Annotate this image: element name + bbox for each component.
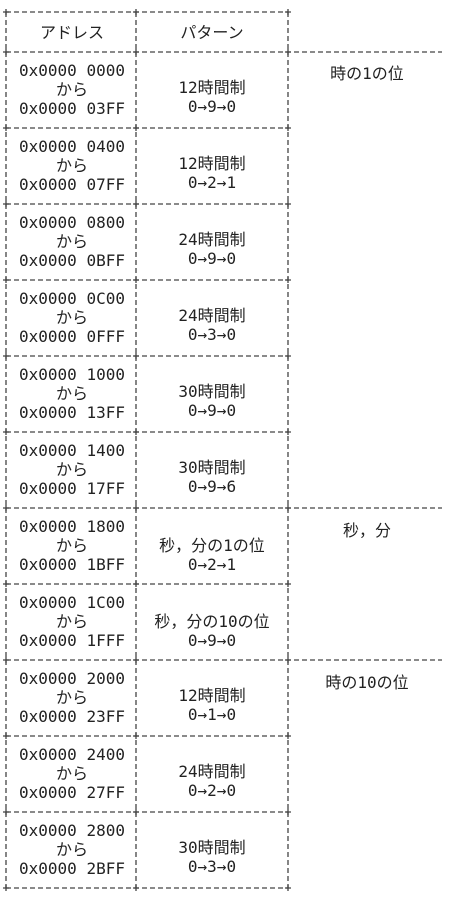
pattern-sequence: 0→9→0	[187, 97, 237, 116]
pattern-sequence: 0→9→0	[187, 631, 237, 650]
address-end: 0x0000 0FFF	[19, 326, 125, 346]
address-end: 0x0000 1FFF	[19, 630, 125, 650]
pattern-cell: 秒，分の10の位 0→9→0	[136, 594, 288, 668]
pattern-name: 30時間制	[178, 382, 246, 401]
header-address: アドレス	[8, 14, 136, 50]
pattern-sequence: 0→2→1	[187, 173, 237, 192]
address-end: 0x0000 2BFF	[19, 858, 125, 878]
address-start: 0x0000 2800	[19, 820, 125, 840]
address-range: 0x0000 1400 から 0x0000 17FF	[8, 432, 136, 506]
address-start: 0x0000 2000	[19, 668, 125, 688]
address-range: 0x0000 0000 から 0x0000 03FF	[8, 52, 136, 126]
header-address-label: アドレス	[39, 22, 104, 42]
address-separator: から	[55, 79, 88, 99]
address-end: 0x0000 23FF	[19, 706, 125, 726]
address-separator: から	[55, 611, 88, 631]
address-end: 0x0000 17FF	[19, 478, 125, 498]
pattern-sequence: 0→9→0	[187, 249, 237, 268]
pattern-sequence: 0→2→1	[187, 555, 237, 574]
pattern-cell: 12時間制 0→2→1	[136, 136, 288, 210]
pattern-name: 12時間制	[178, 686, 246, 705]
address-separator: から	[55, 839, 88, 859]
address-start: 0x0000 0800	[19, 212, 125, 232]
pattern-cell: 30時間制 0→9→6	[136, 440, 288, 514]
address-range: 0x0000 2800 から 0x0000 2BFF	[8, 812, 136, 886]
pattern-sequence: 0→1→0	[187, 705, 237, 724]
address-separator: から	[55, 155, 88, 175]
address-start: 0x0000 0000	[19, 60, 125, 80]
pattern-sequence: 0→3→0	[187, 857, 237, 876]
address-range: 0x0000 2400 から 0x0000 27FF	[8, 736, 136, 810]
pattern-sequence: 0→2→0	[187, 781, 237, 800]
pattern-sequence: 0→3→0	[187, 325, 237, 344]
address-start: 0x0000 1000	[19, 364, 125, 384]
address-start: 0x0000 0C00	[19, 288, 125, 308]
address-end: 0x0000 27FF	[19, 782, 125, 802]
group-label-hour-tens: 時の10の位	[325, 673, 409, 692]
address-start: 0x0000 1400	[19, 440, 125, 460]
address-start: 0x0000 2400	[19, 744, 125, 764]
address-end: 0x0000 13FF	[19, 402, 125, 422]
header-pattern: パターン	[136, 14, 288, 50]
address-start: 0x0000 1C00	[19, 592, 125, 612]
address-separator: から	[55, 307, 88, 327]
pattern-cell: 24時間制 0→3→0	[136, 288, 288, 362]
pattern-cell: 30時間制 0→9→0	[136, 364, 288, 438]
pattern-cell: 秒，分の1の位 0→2→1	[136, 518, 288, 592]
pattern-name: 30時間制	[178, 458, 246, 477]
address-start: 0x0000 0400	[19, 136, 125, 156]
address-separator: から	[55, 687, 88, 707]
pattern-name: 秒，分の10の位	[154, 612, 270, 631]
pattern-name: 12時間制	[178, 154, 246, 173]
address-range: 0x0000 2000 から 0x0000 23FF	[8, 660, 136, 734]
pattern-name: 秒，分の1の位	[159, 536, 265, 555]
pattern-sequence: 0→9→6	[187, 477, 237, 496]
address-range: 0x0000 0C00 から 0x0000 0FFF	[8, 280, 136, 354]
address-end: 0x0000 0BFF	[19, 250, 125, 270]
address-start: 0x0000 1800	[19, 516, 125, 536]
pattern-cell: 24時間制 0→9→0	[136, 212, 288, 286]
pattern-cell: 12時間制 0→1→0	[136, 668, 288, 742]
group-label-sec-min: 秒，分	[342, 521, 391, 540]
address-separator: から	[55, 535, 88, 555]
address-range: 0x0000 1800 から 0x0000 1BFF	[8, 508, 136, 582]
pattern-name: 12時間制	[178, 78, 246, 97]
address-range: 0x0000 0400 から 0x0000 07FF	[8, 128, 136, 202]
address-separator: から	[55, 459, 88, 479]
address-range: 0x0000 1000 から 0x0000 13FF	[8, 356, 136, 430]
pattern-cell: 24時間制 0→2→0	[136, 744, 288, 818]
pattern-cell: 12時間制 0→9→0	[136, 60, 288, 134]
address-end: 0x0000 1BFF	[19, 554, 125, 574]
address-separator: から	[55, 231, 88, 251]
header-pattern-label: パターン	[180, 22, 244, 42]
address-end: 0x0000 03FF	[19, 98, 125, 118]
address-separator: から	[55, 383, 88, 403]
pattern-cell: 30時間制 0→3→0	[136, 820, 288, 894]
address-end: 0x0000 07FF	[19, 174, 125, 194]
address-separator: から	[55, 763, 88, 783]
pattern-name: 24時間制	[178, 306, 246, 325]
pattern-sequence: 0→9→0	[187, 401, 237, 420]
group-label-hour-ones: 時の1の位	[330, 64, 404, 83]
pattern-name: 24時間制	[178, 230, 246, 249]
address-range: 0x0000 1C00 から 0x0000 1FFF	[8, 584, 136, 658]
pattern-name: 30時間制	[178, 838, 246, 857]
pattern-name: 24時間制	[178, 762, 246, 781]
address-range: 0x0000 0800 から 0x0000 0BFF	[8, 204, 136, 278]
